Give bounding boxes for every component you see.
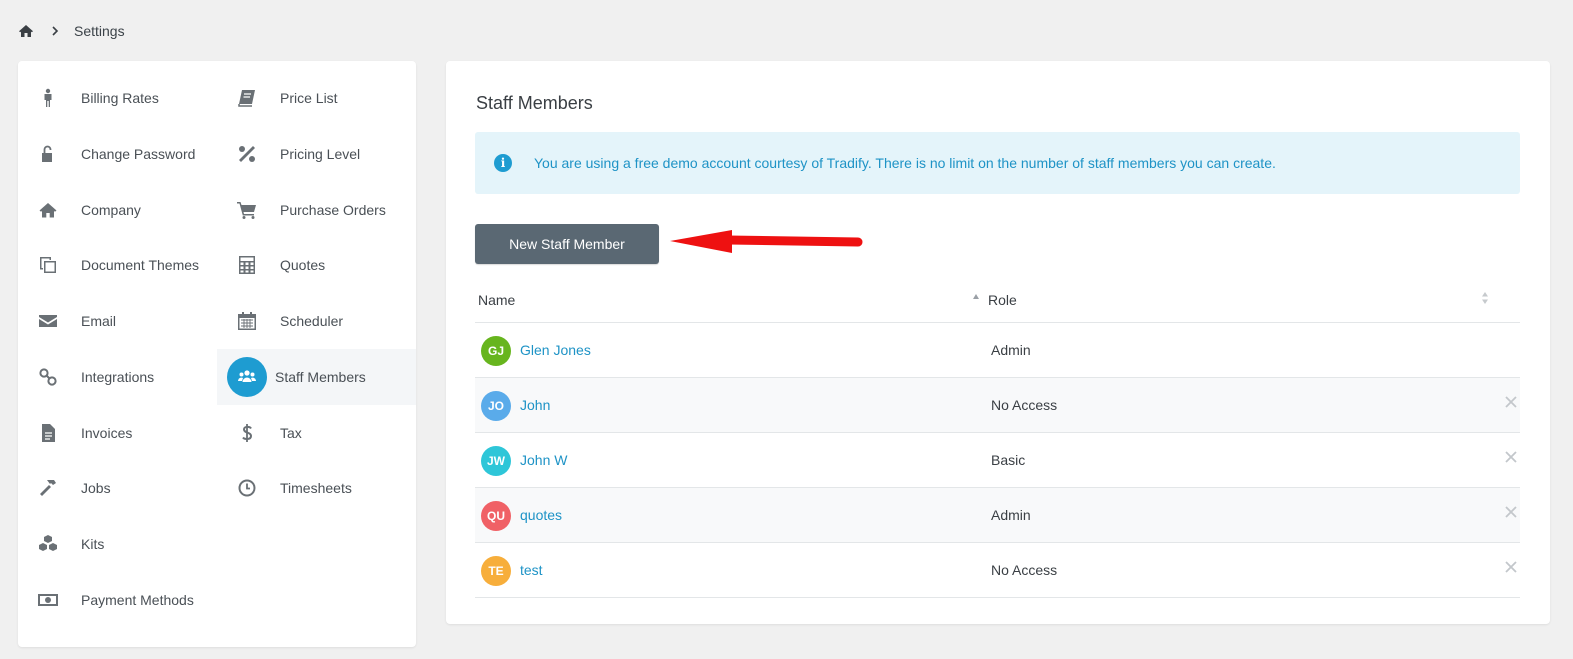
sidebar-item-label: Price List: [280, 90, 338, 106]
avatar: JW: [481, 446, 511, 476]
sidebar-item-billing-rates[interactable]: Billing Rates: [32, 70, 231, 126]
sort-icon[interactable]: [1481, 291, 1489, 305]
sidebar-item-label: Pricing Level: [280, 146, 361, 162]
sidebar-item-label: Document Themes: [81, 257, 200, 273]
staff-role: Basic: [991, 452, 1026, 468]
info-icon: i: [494, 154, 512, 172]
sidebar-item-scheduler[interactable]: Scheduler: [231, 293, 416, 349]
sidebar-item-timesheets[interactable]: Timesheets: [231, 460, 416, 516]
sidebar-item-label: Quotes: [280, 257, 326, 273]
sidebar-item-label: Payment Methods: [81, 592, 194, 608]
sidebar-item-pricing-level[interactable]: Pricing Level: [231, 126, 416, 182]
staff-members-panel: Staff Members i You are using a free dem…: [446, 61, 1550, 624]
staff-role: Admin: [991, 507, 1031, 523]
sidebar-item-label: Tax: [280, 425, 302, 441]
table-row: TE test No Access: [475, 543, 1520, 598]
sidebar-item-label: Company: [81, 202, 141, 218]
delete-icon[interactable]: [1504, 395, 1518, 409]
home-icon: [32, 194, 64, 226]
delete-icon[interactable]: [1504, 505, 1518, 519]
avatar: JO: [481, 391, 511, 421]
chevron-right-icon: [50, 25, 60, 37]
avatar: GJ: [481, 336, 511, 366]
percent-icon: [231, 138, 263, 170]
avatar: QU: [481, 501, 511, 531]
staff-role: No Access: [991, 397, 1058, 413]
staff-name-link[interactable]: test: [520, 562, 543, 578]
calendar-icon: [231, 305, 263, 337]
breadcrumb-current: Settings: [74, 23, 125, 39]
sidebar-item-integrations[interactable]: Integrations: [32, 349, 231, 405]
staff-name-link[interactable]: John W: [520, 452, 567, 468]
hammer-icon: [32, 472, 64, 504]
sidebar-item-label: Purchase Orders: [280, 202, 386, 218]
column-header-role[interactable]: Role: [988, 292, 1017, 308]
sidebar-item-label: Billing Rates: [81, 90, 159, 106]
column-header-name[interactable]: Name: [478, 292, 515, 308]
table-row: QU quotes Admin: [475, 488, 1520, 543]
sidebar-item-price-list[interactable]: Price List: [231, 70, 416, 126]
clock-icon: [231, 472, 263, 504]
avatar: TE: [481, 556, 511, 586]
cart-icon: [231, 194, 263, 226]
sidebar-item-label: Jobs: [81, 480, 111, 496]
new-staff-member-button[interactable]: New Staff Member: [475, 224, 659, 264]
staff-name-link[interactable]: Glen Jones: [520, 342, 591, 358]
sidebar-item-staff-members[interactable]: Staff Members: [217, 349, 416, 405]
info-notice: i You are using a free demo account cour…: [475, 132, 1520, 194]
sidebar-item-label: Staff Members: [275, 369, 366, 385]
home-icon[interactable]: [18, 23, 34, 39]
sidebar-item-label: Integrations: [81, 369, 155, 385]
dollar-icon: [231, 417, 263, 449]
money-icon: [32, 584, 64, 616]
sidebar-item-payment-methods[interactable]: Payment Methods: [32, 572, 231, 628]
sidebar-item-label: Kits: [81, 536, 105, 552]
delete-icon[interactable]: [1504, 450, 1518, 464]
sidebar-item-label: Invoices: [81, 425, 133, 441]
sidebar-item-label: Scheduler: [280, 313, 344, 329]
calculator-icon: [231, 249, 263, 281]
sidebar-item-email[interactable]: Email: [32, 293, 231, 349]
link-icon: [32, 361, 64, 393]
book-icon: [231, 82, 263, 114]
staff-name-link[interactable]: John: [520, 397, 550, 413]
notice-text: You are using a free demo account courte…: [534, 155, 1276, 171]
staff-name-link[interactable]: quotes: [520, 507, 562, 523]
annotation-arrow: [670, 230, 863, 253]
page-title: Staff Members: [476, 93, 593, 113]
staff-role: Admin: [991, 342, 1031, 358]
sidebar-item-kits[interactable]: Kits: [32, 516, 231, 572]
staff-role: No Access: [991, 562, 1058, 578]
sidebar-item-label: Timesheets: [280, 480, 352, 496]
sidebar-item-invoices[interactable]: Invoices: [32, 405, 231, 461]
envelope-icon: [32, 305, 64, 337]
person-icon: [32, 82, 64, 114]
sidebar-item-change-password[interactable]: Change Password: [32, 126, 231, 182]
cubes-icon: [32, 528, 64, 560]
sidebar-item-label: Email: [81, 313, 117, 329]
sidebar-item-label: Change Password: [81, 146, 196, 162]
sidebar-item-purchase-orders[interactable]: Purchase Orders: [231, 182, 416, 238]
table-header: Name Role: [475, 278, 1520, 323]
sidebar-item-quotes[interactable]: Quotes: [231, 237, 416, 293]
sidebar-item-document-themes[interactable]: Document Themes: [32, 237, 231, 293]
settings-sidebar: Billing Rates Change Password Company Do…: [18, 61, 416, 647]
staff-table: Name Role GJ Glen Jones Admin JO John No…: [475, 278, 1520, 598]
file-icon: [32, 417, 64, 449]
users-icon: [227, 357, 267, 397]
sidebar-item-company[interactable]: Company: [32, 182, 231, 238]
breadcrumb: Settings: [18, 22, 125, 40]
copy-icon: [32, 249, 64, 281]
delete-icon[interactable]: [1504, 560, 1518, 574]
table-row: GJ Glen Jones Admin: [475, 323, 1520, 378]
table-row: JW John W Basic: [475, 433, 1520, 488]
sort-asc-icon[interactable]: [972, 293, 980, 301]
unlock-icon: [32, 138, 64, 170]
table-row: JO John No Access: [475, 378, 1520, 433]
sidebar-item-tax[interactable]: Tax: [231, 405, 416, 461]
sidebar-item-jobs[interactable]: Jobs: [32, 460, 231, 516]
